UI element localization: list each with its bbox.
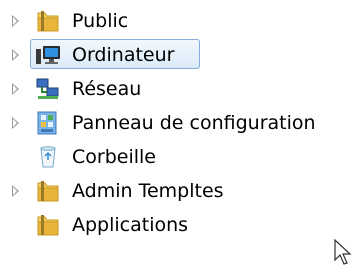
tree-item-ordinateur[interactable]: Ordinateur (0, 38, 363, 72)
tree-item-label: Panneau de configuration (72, 112, 316, 134)
expand-arrow-icon[interactable] (12, 49, 19, 61)
tree-item-label: Corbeille (72, 146, 156, 168)
folder-icon (37, 181, 59, 202)
control-panel-icon (37, 111, 57, 135)
computer-icon (36, 46, 60, 64)
folder-icon (37, 11, 59, 32)
tree-item-public[interactable]: Public (0, 4, 363, 38)
expand-arrow-icon[interactable] (12, 83, 19, 95)
network-icon (36, 78, 59, 99)
expand-arrow-icon[interactable] (12, 15, 19, 27)
tree-item-corbeille[interactable]: Corbeille (0, 140, 363, 174)
tree-item-reseau[interactable]: Réseau (0, 72, 363, 106)
tree-item-label: Réseau (72, 78, 142, 100)
expand-arrow-icon[interactable] (12, 185, 19, 197)
tree-item-label: Ordinateur (72, 44, 175, 66)
tree-item-applications[interactable]: Applications (0, 208, 363, 242)
folder-icon (37, 215, 59, 236)
mouse-cursor-icon (334, 238, 352, 265)
tree-item-label: Public (72, 10, 129, 32)
recycle-bin-icon (40, 146, 56, 168)
tree-item-label: Admin Templtes (72, 180, 224, 202)
navigation-tree: Public Ordinateur Réseau Panneau de conf… (0, 0, 363, 266)
tree-item-panneau-de-configuration[interactable]: Panneau de configuration (0, 106, 363, 140)
expand-arrow-icon[interactable] (12, 117, 19, 129)
tree-item-label: Applications (72, 214, 189, 236)
tree-item-admin-templtes[interactable]: Admin Templtes (0, 174, 363, 208)
